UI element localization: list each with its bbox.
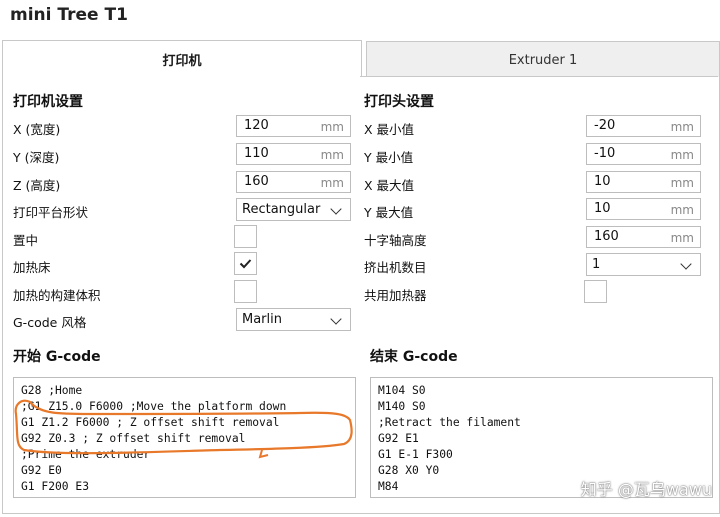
annotation-circle: [14, 399, 353, 459]
watermark-text: 知乎 @瓦乌wawu: [580, 480, 712, 499]
